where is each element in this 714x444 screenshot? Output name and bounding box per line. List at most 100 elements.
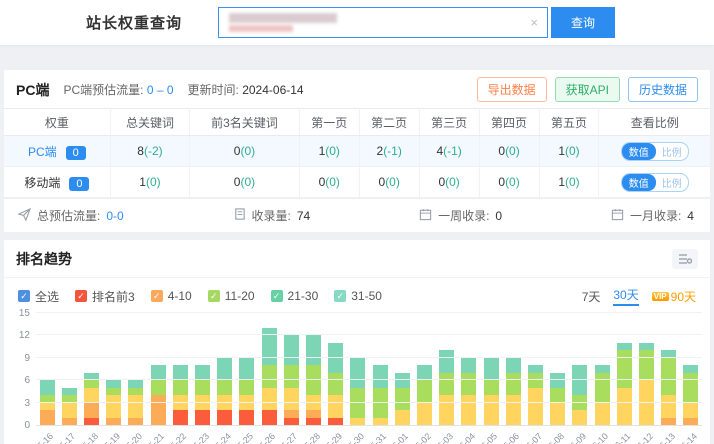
stacked-bar-05-20[interactable] bbox=[128, 380, 144, 425]
legend-item-排名前3[interactable]: ✓ 排名前3 bbox=[75, 288, 135, 305]
stat-item: 收录量: 74 bbox=[233, 207, 310, 224]
stacked-bar-05-29[interactable] bbox=[328, 342, 344, 425]
legend-checkbox-icon[interactable]: ✓ bbox=[18, 290, 30, 302]
stacked-bar-05-26[interactable] bbox=[261, 327, 277, 425]
keyword-count-cell: 0(0) bbox=[479, 135, 540, 167]
bar-segment-31-50 bbox=[394, 372, 410, 388]
bar-segment-排名前3 bbox=[239, 410, 255, 425]
stacked-bar-05-17[interactable] bbox=[61, 387, 77, 425]
x-axis-slot: 05-19 bbox=[99, 426, 125, 444]
chart-toolbox-icon[interactable] bbox=[672, 249, 698, 269]
bar-segment-11-20 bbox=[172, 395, 188, 411]
legend-checkbox-icon[interactable]: ✓ bbox=[334, 290, 347, 302]
stacked-bar-05-24[interactable] bbox=[217, 357, 233, 425]
stacked-bar-06-09[interactable] bbox=[572, 365, 588, 425]
stacked-bar-06-05[interactable] bbox=[483, 357, 499, 425]
stacked-bar-06-07[interactable] bbox=[528, 365, 544, 425]
stacked-bar-06-04[interactable] bbox=[461, 357, 477, 425]
legend-item-11-20[interactable]: ✓ 11-20 bbox=[207, 289, 255, 303]
legend-checkbox-icon[interactable]: ✓ bbox=[75, 290, 88, 302]
stacked-bar-05-28[interactable] bbox=[306, 335, 322, 425]
stacked-bar-05-21[interactable] bbox=[150, 365, 166, 425]
history-data-button[interactable]: 历史数据 bbox=[627, 77, 698, 102]
stacked-bar-06-10[interactable] bbox=[594, 365, 610, 425]
bar-segment-31-50 bbox=[439, 350, 455, 373]
top-search-bar: 站长权重查询 × 查询 bbox=[0, 0, 714, 45]
count-delta: (-1) bbox=[443, 144, 462, 158]
table-row: 移动端 0 1(0) 0(0) 0(0) 0(0) 0(0) 0(0) 1(0) 数值 比例 bbox=[4, 166, 710, 198]
range-tab-7天[interactable]: 7天 bbox=[582, 288, 601, 305]
column-header: 第一页 bbox=[299, 108, 360, 136]
keyword-count-cell: 0(0) bbox=[419, 166, 480, 198]
stacked-bar-06-13[interactable] bbox=[661, 350, 677, 425]
stacked-bar-06-12[interactable] bbox=[639, 342, 655, 425]
bar-segment-4-10 bbox=[150, 395, 166, 425]
traffic-value: 0 – 0 bbox=[146, 83, 174, 97]
export-data-button[interactable]: 导出数据 bbox=[476, 77, 547, 102]
legend-checkbox-icon[interactable]: ✓ bbox=[150, 290, 163, 302]
bar-segment-21-30 bbox=[661, 357, 677, 396]
bar-segment-21-30 bbox=[306, 365, 322, 396]
bar-slot bbox=[547, 314, 569, 425]
value-ratio-toggle[interactable]: 数值 比例 bbox=[620, 172, 689, 192]
legend-item-21-30[interactable]: ✓ 21-30 bbox=[270, 289, 318, 303]
value-ratio-toggle[interactable]: 数值 比例 bbox=[620, 141, 689, 161]
bar-segment-排名前3 bbox=[261, 410, 277, 425]
legend-checkbox-icon[interactable]: ✓ bbox=[207, 290, 220, 302]
bar-segment-11-20 bbox=[239, 395, 255, 411]
bar-segment-31-50 bbox=[683, 365, 699, 373]
stacked-bar-06-01[interactable] bbox=[394, 372, 410, 425]
bar-segment-31-50 bbox=[528, 365, 544, 373]
paper-plane-icon bbox=[17, 207, 32, 224]
legend-item-全选[interactable]: ✓ 全选 bbox=[18, 288, 59, 305]
bar-slot bbox=[36, 314, 58, 425]
bar-segment-21-30 bbox=[372, 387, 388, 418]
stacked-bar-05-31[interactable] bbox=[372, 365, 388, 425]
stacked-bar-05-19[interactable] bbox=[106, 380, 122, 425]
vip-badge: VIP bbox=[651, 291, 669, 301]
clear-input-icon[interactable]: × bbox=[530, 15, 538, 30]
stacked-bar-05-25[interactable] bbox=[239, 357, 255, 425]
search-input[interactable]: × bbox=[218, 7, 549, 38]
bar-slot bbox=[147, 314, 169, 425]
range-tab-90天[interactable]: VIP 90天 bbox=[651, 288, 696, 305]
x-axis-slot: 05-26 bbox=[254, 426, 280, 444]
bar-segment-31-50 bbox=[616, 342, 632, 351]
stacked-bar-05-18[interactable] bbox=[84, 372, 99, 425]
legend-checkbox-icon[interactable]: ✓ bbox=[270, 290, 283, 302]
x-axis-slot: 06-03 bbox=[432, 426, 458, 444]
bar-segment-11-20 bbox=[417, 402, 433, 425]
bar-segment-11-20 bbox=[594, 402, 610, 425]
legend-item-31-50[interactable]: ✓ 31-50 bbox=[334, 289, 382, 303]
keyword-count-cell: 1(0) bbox=[299, 135, 360, 167]
count-delta: (0) bbox=[145, 175, 161, 189]
stacked-bar-05-22[interactable] bbox=[172, 365, 188, 425]
bar-segment-21-30 bbox=[483, 380, 499, 396]
document-icon bbox=[233, 207, 246, 224]
range-tab-30天[interactable]: 30天 bbox=[613, 286, 639, 306]
bar-segment-31-50 bbox=[639, 342, 655, 351]
stacked-bar-05-27[interactable] bbox=[283, 335, 299, 425]
row-name-cell: PC端 0 bbox=[4, 135, 111, 167]
stacked-bar-05-30[interactable] bbox=[350, 357, 366, 425]
stacked-bar-06-06[interactable] bbox=[505, 357, 521, 425]
stat-label: 收录量: bbox=[251, 209, 291, 223]
count-delta: (0) bbox=[565, 175, 580, 189]
x-axis-label: 06-05 bbox=[475, 431, 500, 444]
legend-item-4-10[interactable]: ✓ 4-10 bbox=[150, 289, 192, 303]
stacked-bar-06-11[interactable] bbox=[616, 342, 632, 425]
stacked-bar-06-14[interactable] bbox=[683, 365, 699, 425]
get-api-button[interactable]: 获取API bbox=[554, 77, 620, 102]
bar-segment-4-10 bbox=[306, 410, 322, 418]
x-axis-label: 05-31 bbox=[364, 431, 389, 444]
bar-slot bbox=[58, 314, 80, 425]
stacked-bar-05-16[interactable] bbox=[39, 380, 55, 425]
query-button[interactable]: 查询 bbox=[551, 7, 616, 38]
stacked-bar-06-02[interactable] bbox=[417, 365, 433, 425]
stacked-bar-06-03[interactable] bbox=[439, 350, 455, 425]
stacked-bar-05-23[interactable] bbox=[195, 365, 211, 425]
bar-segment-21-30 bbox=[239, 380, 255, 396]
keyword-count-cell: 0(0) bbox=[479, 166, 540, 198]
stat-label: 一月收录: bbox=[629, 209, 682, 223]
stacked-bar-06-08[interactable] bbox=[550, 372, 566, 425]
